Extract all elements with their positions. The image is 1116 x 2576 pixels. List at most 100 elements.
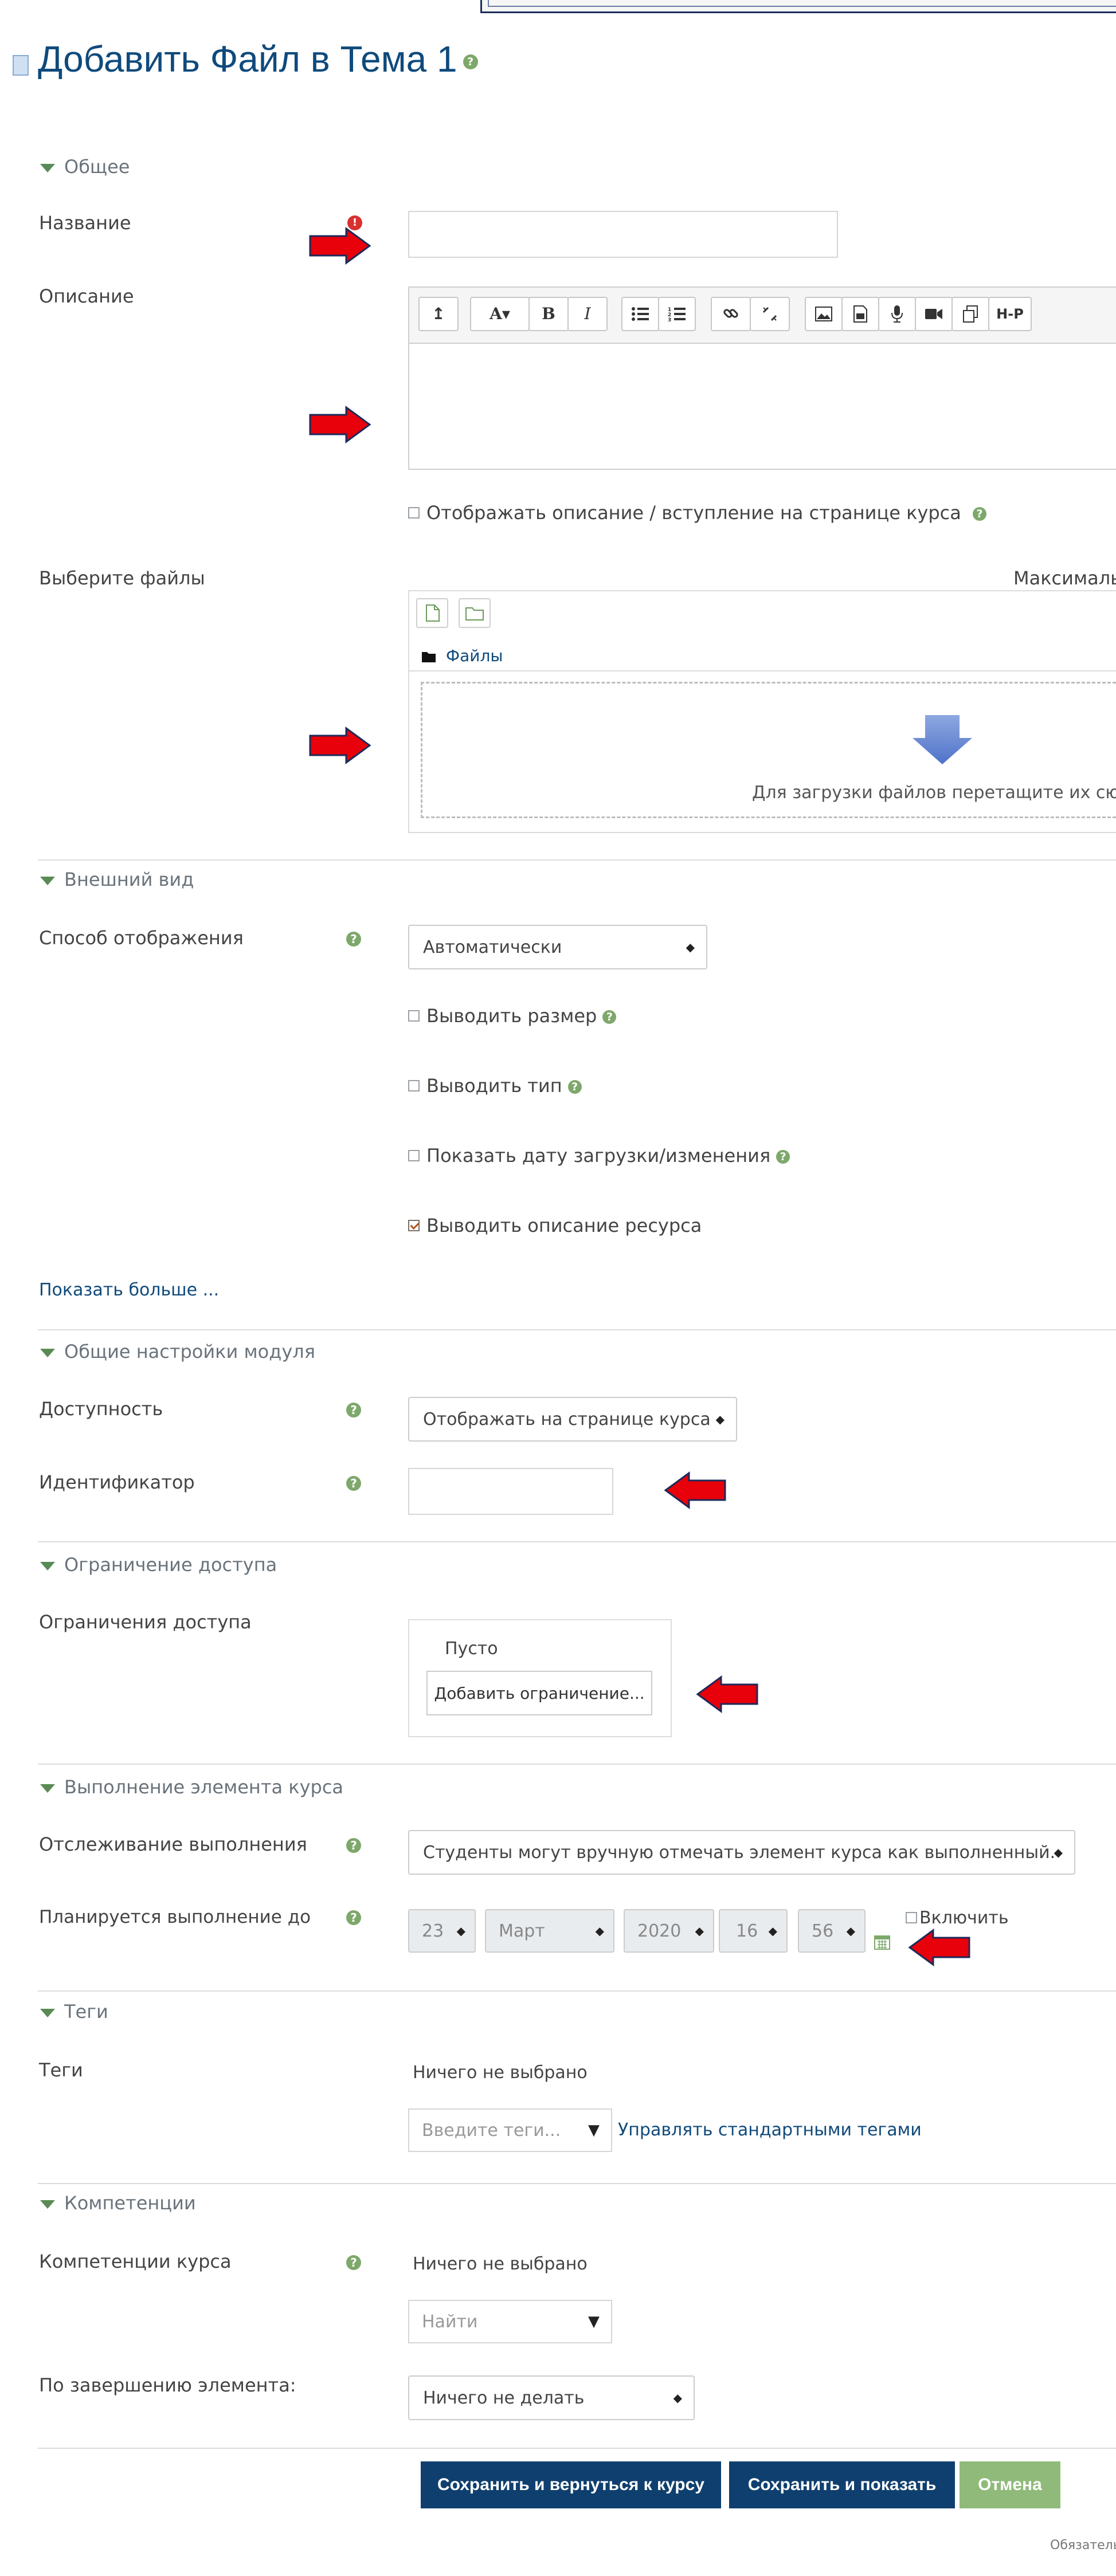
expected-hour-select[interactable]: 16 ◆ [719, 1909, 788, 1953]
section-module-settings[interactable]: Общие настройки модуля [40, 1341, 315, 1362]
toolbar-link-button[interactable] [711, 297, 751, 331]
help-icon[interactable]: ? [776, 1150, 790, 1164]
collapse-triangle-icon [40, 2200, 55, 2209]
create-folder-button[interactable] [459, 598, 491, 628]
dropdown-arrow-icon[interactable]: ▼ [588, 2313, 600, 2330]
help-icon[interactable]: ? [602, 1010, 617, 1024]
toolbar-manage-files-button[interactable] [951, 297, 989, 331]
toolbar-numbered-list-button[interactable]: 123 [658, 297, 696, 331]
toolbar-unlink-button[interactable] [750, 297, 790, 331]
annotation-arrow-right [309, 406, 371, 443]
availability-label: Доступность [39, 1398, 163, 1420]
tags-selection: Ничего не выбрано [413, 2063, 588, 2083]
select-arrows-icon: ◆ [673, 2391, 682, 2405]
calendar-icon[interactable] [874, 1933, 891, 1950]
dropdown-arrow-icon[interactable]: ▼ [588, 2122, 600, 2139]
show-type-row: Выводить тип? [408, 1075, 582, 1097]
toolbar-font-button[interactable]: A▾ [470, 297, 530, 331]
max-size-text: Максималь [1013, 567, 1116, 589]
toolbar-html-button[interactable]: H-P [988, 297, 1032, 331]
show-resource-description-row: Выводить описание ресурса [408, 1215, 702, 1236]
expected-minute-select[interactable]: 56 ◆ [798, 1909, 866, 1953]
show-type-checkbox[interactable] [408, 1080, 420, 1091]
annotation-arrow-right [309, 227, 371, 265]
collapse-triangle-icon [40, 1561, 55, 1570]
section-restrict-access[interactable]: Ограничение доступа [40, 1554, 277, 1576]
show-size-checkbox[interactable] [408, 1010, 420, 1022]
add-file-button[interactable] [416, 598, 448, 628]
folder-icon [465, 607, 484, 621]
name-label: Название [39, 212, 131, 234]
help-icon[interactable]: ? [346, 1403, 361, 1417]
select-arrows-icon: ◆ [595, 1924, 604, 1938]
manage-tags-link[interactable]: Управлять стандартными тегами [618, 2120, 922, 2140]
collapse-triangle-icon [40, 1348, 55, 1357]
name-input[interactable] [408, 211, 838, 258]
show-date-checkbox[interactable] [408, 1150, 420, 1161]
toolbar-italic-button[interactable]: I [567, 297, 608, 331]
toolbar-record-video-button[interactable] [915, 297, 953, 331]
copy-icon [963, 305, 978, 323]
on-completion-select[interactable]: Ничего не делать ◆ [408, 2375, 695, 2420]
section-appearance[interactable]: Внешний вид [40, 869, 194, 890]
top-frame [480, 0, 1116, 13]
required-note: Обязатель [1050, 2538, 1116, 2553]
competencies-selection: Ничего не выбрано [413, 2254, 588, 2274]
section-competencies[interactable]: Компетенции [40, 2192, 196, 2214]
completion-expected-label: Планируется выполнение до [39, 1907, 311, 1927]
toolbar-bullet-list-button[interactable] [621, 297, 659, 331]
idnumber-input[interactable] [408, 1468, 613, 1515]
page-title: Добавить Файл в Тема 1? [38, 38, 478, 80]
show-size-row: Выводить размер? [408, 1005, 617, 1027]
completion-tracking-select[interactable]: Студенты могут вручную отмечать элемент … [408, 1830, 1075, 1875]
help-icon[interactable]: ? [346, 932, 361, 947]
description-editor[interactable] [408, 343, 1116, 470]
help-icon[interactable]: ? [346, 1476, 361, 1491]
add-restriction-button[interactable]: Добавить ограничение... [426, 1671, 652, 1715]
description-label: Описание [39, 285, 134, 307]
toolbar-collapse-button[interactable]: ↥ [418, 297, 459, 331]
show-resource-description-checkbox[interactable] [408, 1220, 420, 1231]
annotation-arrow-left [908, 1929, 970, 1966]
restrictions-empty: Пусто [445, 1639, 498, 1659]
display-select[interactable]: Автоматически ◆ [408, 925, 707, 969]
select-arrows-icon: ◆ [686, 940, 695, 954]
cancel-button[interactable]: Отмена [960, 2461, 1060, 2508]
toolbar-bold-button[interactable]: B [528, 297, 569, 331]
on-completion-label: По завершению элемента: [39, 2374, 296, 2396]
show-more-link[interactable]: Показать больше ... [39, 1280, 219, 1300]
tags-label: Теги [39, 2059, 83, 2081]
save-return-button[interactable]: Сохранить и вернуться к курсу [421, 2461, 721, 2508]
collapse-triangle-icon [40, 2008, 55, 2017]
tags-input[interactable]: Введите теги... ▼ [408, 2108, 612, 2152]
toolbar-image-button[interactable] [805, 297, 843, 331]
select-arrows-icon: ◆ [715, 1412, 725, 1426]
competencies-search[interactable]: Найти ▼ [408, 2300, 612, 2343]
collapse-triangle-icon [40, 1784, 55, 1793]
section-tags[interactable]: Теги [40, 2001, 108, 2023]
idnumber-label: Идентификатор [39, 1471, 195, 1493]
video-icon [925, 309, 942, 319]
expected-enable-checkbox[interactable] [906, 1911, 917, 1923]
availability-select[interactable]: Отображать на странице курса ◆ [408, 1397, 737, 1442]
select-arrows-icon: ◆ [768, 1924, 777, 1938]
files-breadcrumb[interactable]: Файлы [422, 646, 503, 665]
expected-day-select[interactable]: 23 ◆ [408, 1909, 476, 1953]
restrict-label: Ограничения доступа [39, 1611, 252, 1633]
expected-month-select[interactable]: Март ◆ [485, 1909, 614, 1953]
save-display-button[interactable]: Сохранить и показать [729, 2461, 955, 2508]
help-icon[interactable]: ? [973, 507, 987, 521]
section-general[interactable]: Общее [40, 156, 130, 178]
file-icon [13, 55, 29, 76]
toolbar-media-button[interactable] [841, 297, 879, 331]
help-icon[interactable]: ? [346, 1838, 361, 1853]
toolbar-record-audio-button[interactable] [878, 297, 916, 331]
help-icon[interactable]: ? [567, 1080, 582, 1094]
help-icon[interactable]: ? [463, 54, 478, 70]
show-description-checkbox[interactable] [408, 507, 420, 519]
expected-year-select[interactable]: 2020 ◆ [624, 1909, 714, 1953]
help-icon[interactable]: ? [346, 1910, 361, 1925]
section-completion[interactable]: Выполнение элемента курса [40, 1776, 343, 1798]
course-competencies-label: Компетенции курса [39, 2251, 232, 2272]
help-icon[interactable]: ? [346, 2255, 361, 2270]
